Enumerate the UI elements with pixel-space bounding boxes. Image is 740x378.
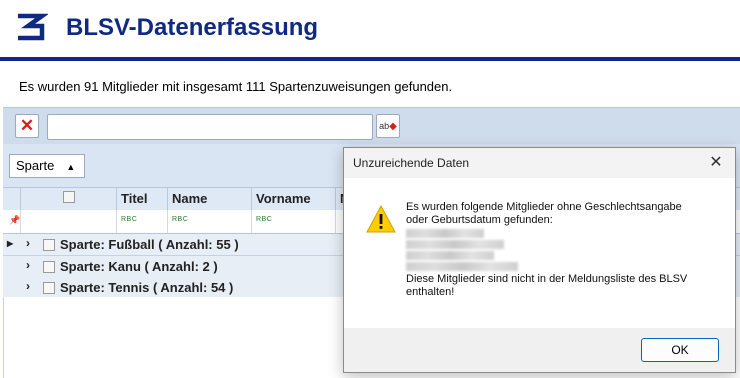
select-all-checkbox[interactable] bbox=[62, 191, 75, 203]
page-title: BLSV-Datenerfassung bbox=[66, 14, 319, 41]
dialog-titlebar: Unzureichende Daten ✕ bbox=[344, 148, 735, 178]
redacted-member bbox=[406, 251, 494, 260]
close-icon[interactable]: ✕ bbox=[705, 152, 727, 172]
insufficient-data-dialog: Unzureichende Daten ✕ Es wurden folgende… bbox=[343, 147, 736, 373]
app-header: BLSV-Datenerfassung bbox=[0, 0, 740, 61]
expand-icon[interactable]: › bbox=[26, 236, 30, 250]
dialog-footer: OK bbox=[344, 328, 735, 372]
header-divider bbox=[0, 57, 740, 61]
message-line: oder Geburtsdatum gefunden: bbox=[406, 214, 553, 226]
redacted-member bbox=[406, 229, 484, 238]
column-header-titel[interactable]: Titel bbox=[116, 188, 167, 210]
dialog-message: Es wurden folgende Mitglieder ohne Gesch… bbox=[406, 201, 724, 299]
expand-icon[interactable]: › bbox=[26, 279, 30, 293]
column-header-vorname[interactable]: Vorname bbox=[251, 188, 335, 210]
group-label: Sparte bbox=[16, 158, 55, 173]
message-line: Diese Mitglieder sind nicht in der Meldu… bbox=[406, 273, 688, 285]
group-by-sparte-button[interactable]: Sparte ▲ bbox=[9, 154, 86, 178]
group-label: Sparte: Kanu ( Anzahl: 2 ) bbox=[60, 259, 218, 274]
search-toolbar: ✕ ab◆ bbox=[3, 107, 740, 145]
redacted-member bbox=[406, 262, 518, 271]
text-filter-icon: RBC bbox=[172, 216, 189, 223]
expand-icon[interactable]: › bbox=[26, 258, 30, 272]
text-eraser-icon: ab bbox=[379, 121, 390, 131]
message-line: Es wurden folgende Mitglieder ohne Gesch… bbox=[406, 201, 682, 213]
select-all-checkbox-cell[interactable] bbox=[20, 188, 116, 210]
group-label: Sparte: Fußball ( Anzahl: 55 ) bbox=[60, 237, 239, 252]
sort-ascending-icon: ▲ bbox=[66, 162, 76, 172]
search-options-button[interactable]: ab◆ bbox=[376, 114, 400, 138]
group-label: Sparte: Tennis ( Anzahl: 54 ) bbox=[60, 280, 234, 295]
warning-icon bbox=[366, 205, 396, 233]
text-filter-icon: RBC bbox=[121, 216, 138, 223]
indicator-header bbox=[3, 188, 20, 210]
column-header-name[interactable]: Name bbox=[167, 188, 251, 210]
filter-cell-name[interactable]: RBC bbox=[167, 210, 251, 233]
filter-cell-vorname[interactable]: RBC bbox=[251, 210, 335, 233]
message-line: enthalten! bbox=[406, 286, 455, 298]
blsv-logo-icon bbox=[18, 13, 48, 41]
group-checkbox[interactable] bbox=[43, 282, 55, 294]
dialog-title: Unzureichende Daten bbox=[353, 156, 470, 170]
filter-pin-cell: 📌 bbox=[3, 210, 20, 233]
summary-text: Es wurden 91 Mitglieder mit insgesamt 11… bbox=[19, 79, 453, 94]
search-input[interactable] bbox=[47, 114, 373, 140]
row-indicator-icon: ▶ bbox=[7, 239, 14, 248]
close-icon: ✕ bbox=[19, 116, 35, 135]
ok-button[interactable]: OK bbox=[641, 338, 719, 362]
filter-cell-select[interactable] bbox=[20, 210, 116, 233]
pin-icon: 📌 bbox=[9, 215, 21, 225]
redacted-member bbox=[406, 240, 504, 249]
text-filter-icon: RBC bbox=[256, 216, 273, 223]
group-checkbox[interactable] bbox=[43, 261, 55, 273]
group-checkbox[interactable] bbox=[43, 239, 55, 251]
filter-cell-titel[interactable]: RBC bbox=[116, 210, 167, 233]
clear-search-button[interactable]: ✕ bbox=[15, 114, 39, 138]
